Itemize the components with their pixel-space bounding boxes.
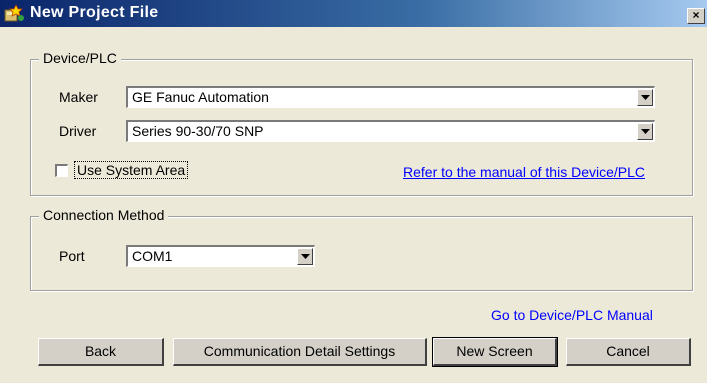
driver-dropdown-arrow-icon[interactable] (637, 123, 653, 140)
driver-select[interactable]: Series 90-30/70 SNP (126, 120, 655, 142)
connection-method-legend: Connection Method (39, 207, 169, 223)
cancel-button[interactable]: Cancel (566, 338, 691, 366)
title-bar: New Project File × (0, 0, 707, 27)
back-button[interactable]: Back (38, 338, 164, 366)
driver-value: Series 90-30/70 SNP (132, 123, 264, 139)
communication-detail-settings-button[interactable]: Communication Detail Settings (173, 338, 427, 366)
window-title: New Project File (30, 4, 159, 21)
driver-label: Driver (59, 123, 97, 139)
maker-dropdown-arrow-icon[interactable] (637, 89, 653, 106)
go-to-manual-link[interactable]: Go to Device/PLC Manual (491, 307, 653, 323)
new-screen-button[interactable]: New Screen (432, 337, 558, 367)
port-dropdown-arrow-icon[interactable] (297, 248, 313, 265)
maker-value: GE Fanuc Automation (132, 89, 269, 105)
port-value: COM1 (132, 248, 173, 264)
maker-label: Maker (59, 89, 98, 105)
maker-select[interactable]: GE Fanuc Automation (126, 86, 655, 108)
port-select[interactable]: COM1 (126, 245, 315, 267)
project-file-icon (4, 3, 26, 23)
use-system-area-checkbox[interactable] (55, 164, 68, 177)
device-plc-legend: Device/PLC (39, 50, 121, 66)
port-label: Port (59, 248, 85, 264)
device-manual-link[interactable]: Refer to the manual of this Device/PLC (403, 164, 645, 180)
close-icon[interactable]: × (687, 8, 705, 24)
use-system-area-label[interactable]: Use System Area (74, 161, 189, 179)
